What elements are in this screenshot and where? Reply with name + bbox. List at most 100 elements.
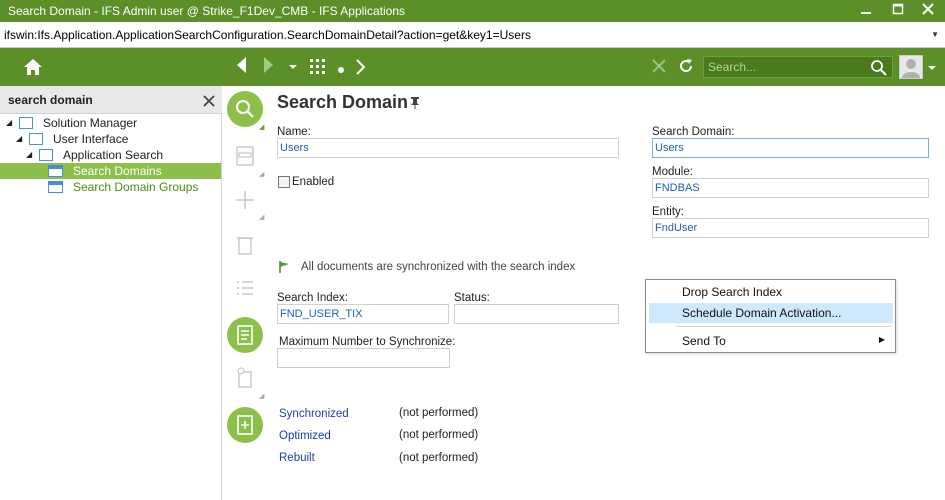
history-dropdown-button[interactable] bbox=[288, 58, 298, 79]
navigator-panel: search domain ◢ Solution Manager ◢ User … bbox=[0, 86, 222, 500]
tree-item-search-domain-groups[interactable]: Search Domain Groups bbox=[0, 179, 221, 195]
menu-item-label: Send To bbox=[682, 334, 726, 348]
status-field[interactable] bbox=[454, 304, 619, 324]
user-menu-button[interactable] bbox=[927, 59, 937, 80]
folder-icon bbox=[29, 133, 43, 145]
collapse-icon[interactable]: ◢ bbox=[26, 150, 32, 159]
rebuilt-value: (not performed) bbox=[399, 452, 479, 464]
tree-item-label: Search Domain Groups bbox=[73, 180, 199, 194]
close-window-button[interactable] bbox=[914, 0, 942, 22]
collapse-icon[interactable]: ◢ bbox=[6, 118, 12, 127]
search-icon bbox=[236, 100, 254, 118]
collapse-icon[interactable]: ◢ bbox=[16, 134, 22, 143]
menu-item-schedule-domain-activation[interactable]: Schedule Domain Activation... bbox=[649, 303, 893, 323]
form-icon bbox=[236, 146, 254, 166]
tree-item-label: Application Search bbox=[63, 148, 164, 162]
max-sync-label: Maximum Number to Synchronize: bbox=[279, 336, 456, 348]
tree-item-label: Solution Manager bbox=[43, 116, 138, 130]
global-search-box[interactable] bbox=[703, 56, 893, 78]
menu-separator bbox=[676, 326, 892, 327]
search-domain-field[interactable]: Users bbox=[652, 138, 929, 158]
module-field[interactable]: FNDBAS bbox=[652, 178, 929, 198]
search-index-label: Search Index: bbox=[277, 292, 348, 304]
list-action-button[interactable] bbox=[233, 276, 257, 300]
refresh-button[interactable] bbox=[677, 57, 695, 80]
search-action-button[interactable] bbox=[227, 91, 263, 127]
maximize-button[interactable] bbox=[884, 0, 912, 22]
close-icon bbox=[922, 3, 934, 15]
cancel-button[interactable] bbox=[651, 58, 667, 79]
back-button[interactable] bbox=[234, 55, 248, 80]
delete-action-button[interactable] bbox=[233, 233, 257, 257]
close-icon bbox=[203, 95, 215, 107]
menu-item-drop-search-index[interactable]: Drop Search Index bbox=[649, 282, 893, 302]
name-label: Name: bbox=[277, 126, 311, 138]
expand-arrow-icon: ◢ bbox=[259, 393, 265, 400]
minimize-button[interactable] bbox=[852, 0, 880, 22]
page-title: Search Domain bbox=[277, 92, 409, 112]
current-page-button[interactable] bbox=[336, 60, 346, 81]
entity-field[interactable]: FndUser bbox=[652, 218, 929, 238]
enabled-checkbox[interactable] bbox=[278, 176, 290, 188]
sync-status-icon bbox=[277, 260, 291, 277]
expand-arrow-icon: ◢ bbox=[259, 214, 265, 221]
max-sync-field[interactable] bbox=[277, 348, 450, 368]
action-rail: ◢ ◢ ◢ ◢ bbox=[222, 86, 268, 500]
navigator-filter-label: search domain bbox=[8, 93, 93, 107]
pin-button[interactable] bbox=[409, 96, 421, 113]
tree-item-label: User Interface bbox=[53, 132, 129, 146]
search-index-field[interactable]: FND_USER_TIX bbox=[277, 304, 449, 324]
plus-icon bbox=[236, 191, 254, 209]
tree-item-label: Search Domains bbox=[73, 164, 162, 178]
back-arrow-icon bbox=[237, 57, 246, 73]
next-page-button[interactable] bbox=[354, 58, 366, 81]
name-field[interactable]: Users bbox=[277, 138, 619, 158]
new-action-button[interactable] bbox=[233, 188, 257, 212]
home-icon bbox=[24, 59, 42, 75]
synchronized-value: (not performed) bbox=[399, 407, 479, 419]
rebuilt-link[interactable]: Rebuilt bbox=[279, 452, 315, 464]
user-avatar[interactable] bbox=[899, 55, 923, 79]
chevron-down-icon bbox=[928, 66, 936, 70]
navigator-button[interactable] bbox=[309, 58, 327, 81]
menu-item-send-to[interactable]: Send To ▶ bbox=[649, 331, 893, 351]
enabled-label: Enabled bbox=[292, 176, 335, 188]
tree-item-search-domains[interactable]: Search Domains bbox=[0, 163, 221, 179]
grid-icon bbox=[310, 59, 325, 74]
attach-action-button[interactable] bbox=[227, 407, 263, 443]
tree-item-user-interface[interactable]: ◢ User Interface bbox=[0, 131, 221, 147]
dot-icon bbox=[338, 67, 344, 73]
list-icon bbox=[237, 281, 253, 295]
expand-arrow-icon: ◢ bbox=[259, 171, 265, 178]
folder-icon bbox=[19, 117, 33, 129]
home-button[interactable] bbox=[22, 57, 44, 77]
synchronized-link[interactable]: Synchronized bbox=[279, 408, 349, 420]
user-icon bbox=[902, 59, 920, 78]
forward-button[interactable] bbox=[262, 55, 276, 80]
info-action-button[interactable] bbox=[233, 366, 257, 390]
sync-message: All documents are synchronized with the … bbox=[301, 261, 576, 273]
search-input[interactable] bbox=[708, 59, 858, 75]
tree-item-application-search[interactable]: ◢ Application Search bbox=[0, 147, 221, 163]
module-label: Module: bbox=[652, 166, 693, 178]
status-label: Status: bbox=[454, 292, 490, 304]
edit-action-button[interactable] bbox=[233, 144, 257, 168]
optimized-link[interactable]: Optimized bbox=[279, 430, 331, 442]
window-icon bbox=[48, 165, 63, 177]
context-menu: Drop Search Index Schedule Domain Activa… bbox=[645, 279, 896, 353]
search-button[interactable] bbox=[870, 59, 887, 79]
cancel-x-icon bbox=[652, 59, 666, 73]
maximize-icon bbox=[892, 3, 904, 15]
clear-filter-button[interactable] bbox=[203, 90, 215, 112]
address-dropdown-icon[interactable]: ▼ bbox=[931, 30, 939, 39]
submenu-arrow-icon: ▶ bbox=[878, 335, 885, 344]
address-bar[interactable]: ifswin:Ifs.Application.ApplicationSearch… bbox=[0, 22, 945, 48]
search-icon bbox=[871, 60, 887, 76]
minimize-icon bbox=[861, 12, 871, 14]
title-bar: Search Domain - IFS Admin user @ Strike_… bbox=[0, 0, 945, 22]
details-action-button[interactable] bbox=[227, 317, 263, 353]
entity-label: Entity: bbox=[652, 206, 684, 218]
address-url[interactable]: ifswin:Ifs.Application.ApplicationSearch… bbox=[4, 28, 531, 42]
window-title: Search Domain - IFS Admin user @ Strike_… bbox=[8, 4, 405, 18]
tree-item-solution-manager[interactable]: ◢ Solution Manager bbox=[0, 115, 221, 131]
